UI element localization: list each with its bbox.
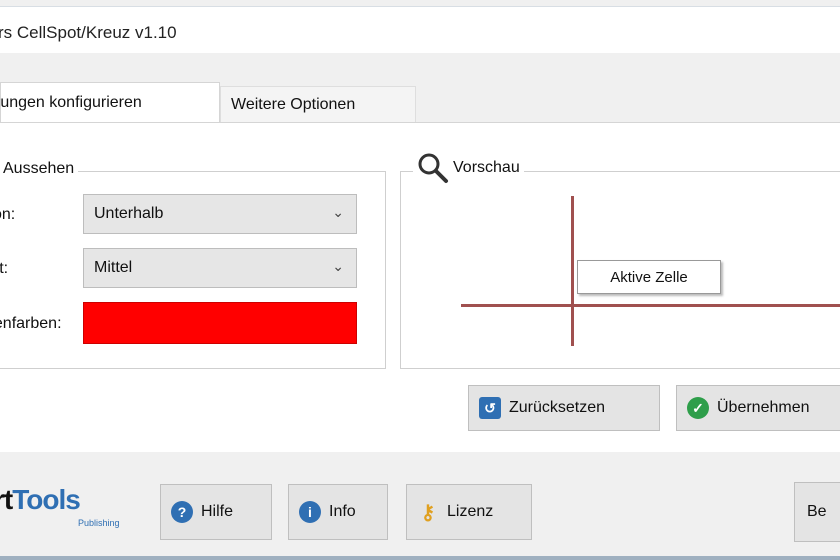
help-icon: ? [171,501,193,523]
preview-active-cell: Aktive Zelle [577,260,721,294]
window-title: rs CellSpot/Kreuz v1.10 [0,23,177,42]
logo-text-part2: Tools [12,484,81,515]
preview-vertical-line [571,196,574,346]
apply-label: Übernehmen [717,399,810,416]
logo: rtTools [0,484,81,516]
preview-group: Vorschau Aktive Zelle [400,152,840,369]
search-icon [417,152,449,184]
style-value: Mittel [94,259,133,276]
info-button[interactable]: i Info [288,484,388,540]
info-label: Info [329,503,356,520]
chevron-down-icon: ⌄ [332,204,344,220]
color-picker[interactable] [83,302,357,344]
preview-horizontal-line [461,304,840,307]
preview-canvas: Aktive Zelle [461,196,840,346]
footer: rtTools Publishing ? Hilfe i Info ⚷ Lize… [0,452,840,556]
help-label: Hilfe [201,503,234,520]
color-label: benfarben: [0,315,62,332]
appearance-group: Aussehen tion: Unterhalb ⌄ art: Mittel ⌄… [0,160,386,369]
position-select[interactable]: Unterhalb ⌄ [83,194,357,234]
preview-header: Vorschau [413,152,524,184]
tab-more-options[interactable]: Weitere Optionen [220,86,416,122]
logo-subtitle: Publishing [78,518,120,528]
app-window: rs CellSpot/Kreuz v1.10 rungen konfiguri… [0,0,840,560]
position-value: Unterhalb [94,205,164,222]
tab-configure[interactable]: rungen konfigurieren [0,82,220,122]
apply-button[interactable]: ✓ Übernehmen [676,385,840,431]
license-label: Lizenz [447,503,494,520]
preview-title: Vorschau [453,159,520,176]
info-icon: i [299,501,321,523]
check-icon: ✓ [687,397,709,419]
appearance-title: Aussehen [0,160,79,178]
tab-panel: Aussehen tion: Unterhalb ⌄ art: Mittel ⌄… [0,122,840,453]
close-label: Be [807,503,827,520]
position-label: tion: [0,206,16,223]
title-bar: rs CellSpot/Kreuz v1.10 [0,6,840,53]
style-select[interactable]: Mittel ⌄ [83,248,357,288]
help-button[interactable]: ? Hilfe [160,484,272,540]
tab-strip: rungen konfigurieren Weitere Optionen [0,82,840,122]
reset-button[interactable]: ↺ Zurücksetzen [468,385,660,431]
style-label: art: [0,260,9,277]
license-button[interactable]: ⚷ Lizenz [406,484,532,540]
reset-icon: ↺ [479,397,501,419]
reset-label: Zurücksetzen [509,399,606,416]
logo-text-part1: rt [0,484,13,515]
chevron-down-icon: ⌄ [332,258,344,274]
key-icon: ⚷ [420,501,436,524]
close-button[interactable]: Be [794,482,840,542]
